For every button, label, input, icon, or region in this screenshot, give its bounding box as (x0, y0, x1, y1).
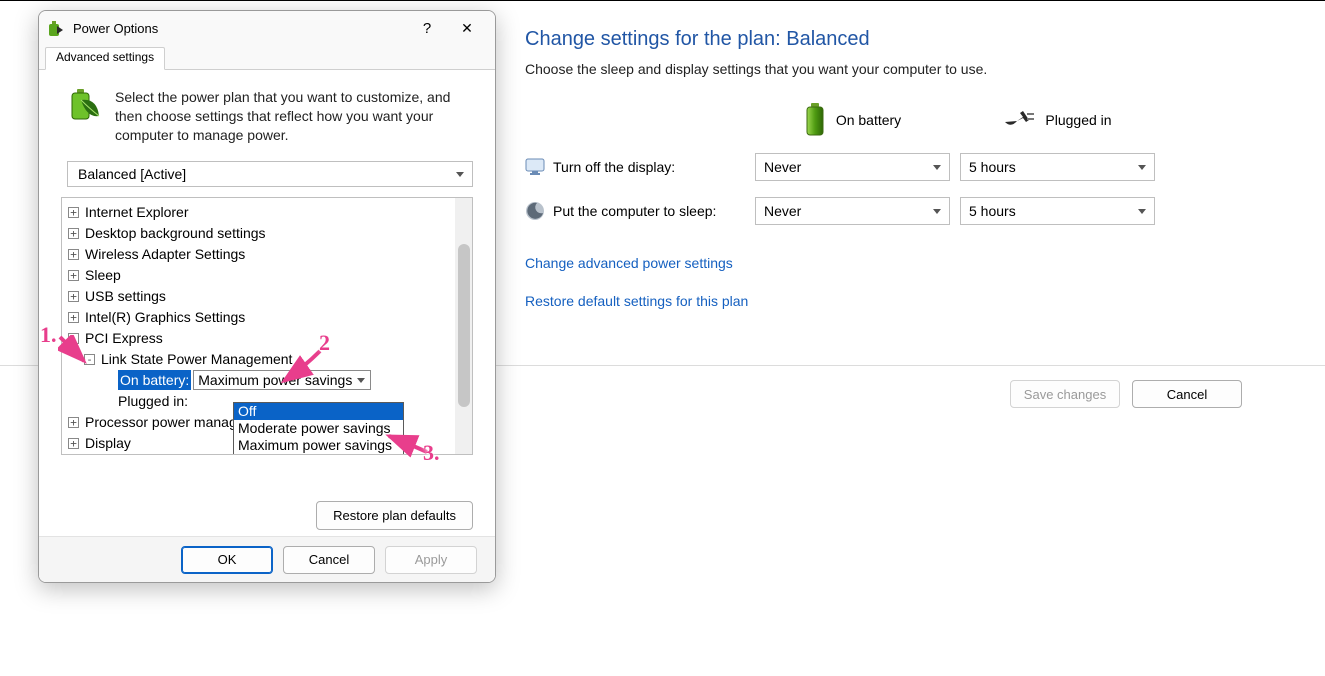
settings-grid: On battery Plugged in Turn off the displ… (525, 103, 1285, 225)
settings-heading: Change settings for the plan: Balanced (525, 28, 1285, 51)
sleep-battery-select[interactable]: Never (755, 197, 950, 225)
option-maximum[interactable]: Maximum power savings (234, 437, 403, 454)
link-advanced[interactable]: Change advanced power settings (525, 255, 1285, 271)
row-display-label: Turn off the display: (525, 157, 745, 177)
dialog-footer: OK Cancel Apply (39, 536, 495, 582)
link-restore[interactable]: Restore default settings for this plan (525, 293, 1285, 309)
dialog-title: Power Options (73, 21, 158, 36)
settings-links: Change advanced power settings Restore d… (525, 255, 1285, 309)
option-off[interactable]: Off (234, 403, 403, 420)
tree-item-desktop[interactable]: +Desktop background settings (64, 223, 468, 244)
col-header-battery-label: On battery (836, 112, 901, 128)
plan-select[interactable]: Balanced [Active] (67, 161, 473, 187)
expand-icon[interactable]: + (68, 438, 79, 449)
tree-item-sleep[interactable]: +Sleep (64, 265, 468, 286)
close-button[interactable]: ✕ (447, 20, 487, 37)
pluggedin-label: Plugged in: (118, 391, 188, 411)
display-plugged-select[interactable]: 5 hours (960, 153, 1155, 181)
help-button[interactable]: ? (407, 20, 447, 37)
annotation-1: 1. (40, 322, 57, 348)
save-changes-button: Save changes (1010, 380, 1120, 408)
apply-button: Apply (385, 546, 477, 574)
onbattery-row: On battery: Maximum power savings (64, 370, 468, 391)
annotation-3: 3. (423, 440, 440, 466)
expand-icon[interactable]: + (68, 312, 79, 323)
battery-icon (804, 103, 826, 137)
row-sleep-label: Put the computer to sleep: (525, 201, 745, 221)
tree-item-pcie[interactable]: -PCI Express (64, 328, 468, 349)
col-header-battery: On battery (755, 103, 950, 137)
expand-icon[interactable]: + (68, 291, 79, 302)
tree-item-linkstate[interactable]: -Link State Power Management (64, 349, 468, 370)
option-moderate[interactable]: Moderate power savings (234, 420, 403, 437)
display-battery-select[interactable]: Never (755, 153, 950, 181)
settings-tree: +Internet Explorer +Desktop background s… (61, 197, 473, 455)
moon-icon (525, 201, 545, 221)
tree-scroll-thumb[interactable] (458, 244, 470, 407)
power-options-dialog: Power Options ? ✕ Advanced settings Sele… (38, 10, 496, 583)
expand-icon[interactable]: + (68, 249, 79, 260)
col-header-plugged-label: Plugged in (1045, 112, 1111, 128)
tab-strip: Advanced settings (39, 46, 495, 70)
expand-icon[interactable]: + (68, 417, 79, 428)
expand-icon[interactable]: + (68, 228, 79, 239)
bottom-right-buttons: Save changes Cancel (1010, 380, 1242, 408)
tree-item-usb[interactable]: +USB settings (64, 286, 468, 307)
ok-button[interactable]: OK (181, 546, 273, 574)
onbattery-label[interactable]: On battery: (118, 370, 191, 390)
pluggedin-dropdown-open[interactable]: Off Moderate power savings Maximum power… (233, 402, 404, 455)
tree-item-ie[interactable]: +Internet Explorer (64, 202, 468, 223)
monitor-icon (525, 157, 545, 177)
dialog-icon (47, 20, 65, 38)
tree-scrollbar[interactable] (455, 198, 472, 454)
tree-item-wireless[interactable]: +Wireless Adapter Settings (64, 244, 468, 265)
tab-advanced-settings[interactable]: Advanced settings (45, 47, 165, 70)
cancel-plan-button[interactable]: Cancel (1132, 380, 1242, 408)
tree-item-intel[interactable]: +Intel(R) Graphics Settings (64, 307, 468, 328)
restore-defaults-button[interactable]: Restore plan defaults (316, 501, 473, 530)
plan-settings-panel: Change settings for the plan: Balanced C… (525, 28, 1285, 331)
expand-icon[interactable]: + (68, 270, 79, 281)
titlebar: Power Options ? ✕ (39, 11, 495, 46)
expand-icon[interactable]: + (68, 207, 79, 218)
power-plan-icon (67, 88, 103, 124)
arrow-1-icon (58, 335, 92, 369)
settings-subtext: Choose the sleep and display settings th… (525, 61, 1285, 77)
cancel-button[interactable]: Cancel (283, 546, 375, 574)
annotation-2: 2 (319, 330, 330, 356)
intro-text: Select the power plan that you want to c… (115, 88, 473, 145)
col-header-plugged: Plugged in (960, 110, 1155, 130)
sleep-plugged-select[interactable]: 5 hours (960, 197, 1155, 225)
plug-icon (1003, 110, 1035, 130)
